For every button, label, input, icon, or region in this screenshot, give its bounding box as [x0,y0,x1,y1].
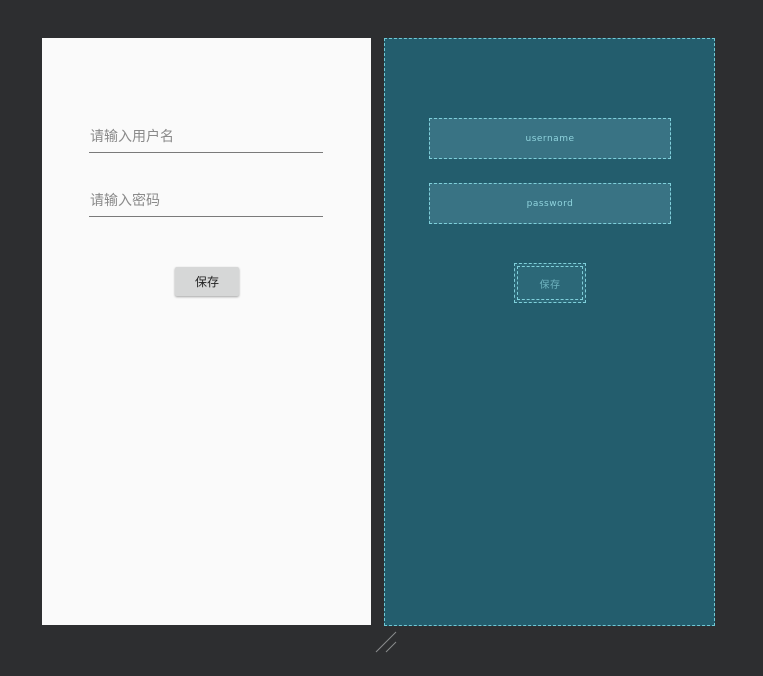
blueprint-save-label: 保存 [539,279,561,291]
design-preview: 保存 [42,38,371,625]
username-edittext[interactable] [89,122,323,153]
password-input[interactable] [89,186,323,216]
blueprint-password-box[interactable]: password [429,183,671,224]
blueprint-save-button[interactable]: 保存 [514,263,586,303]
password-edittext[interactable] [89,186,323,217]
blueprint-username-box[interactable]: username [429,118,671,159]
blueprint-username-label: username [525,133,575,144]
username-input[interactable] [89,122,323,152]
blueprint-save-inner: 保存 [517,266,583,300]
blueprint-password-label: password [526,198,574,209]
save-button[interactable]: 保存 [175,267,239,296]
resize-grip-icon[interactable] [374,628,400,654]
blueprint-preview: username password 保存 [384,38,715,626]
